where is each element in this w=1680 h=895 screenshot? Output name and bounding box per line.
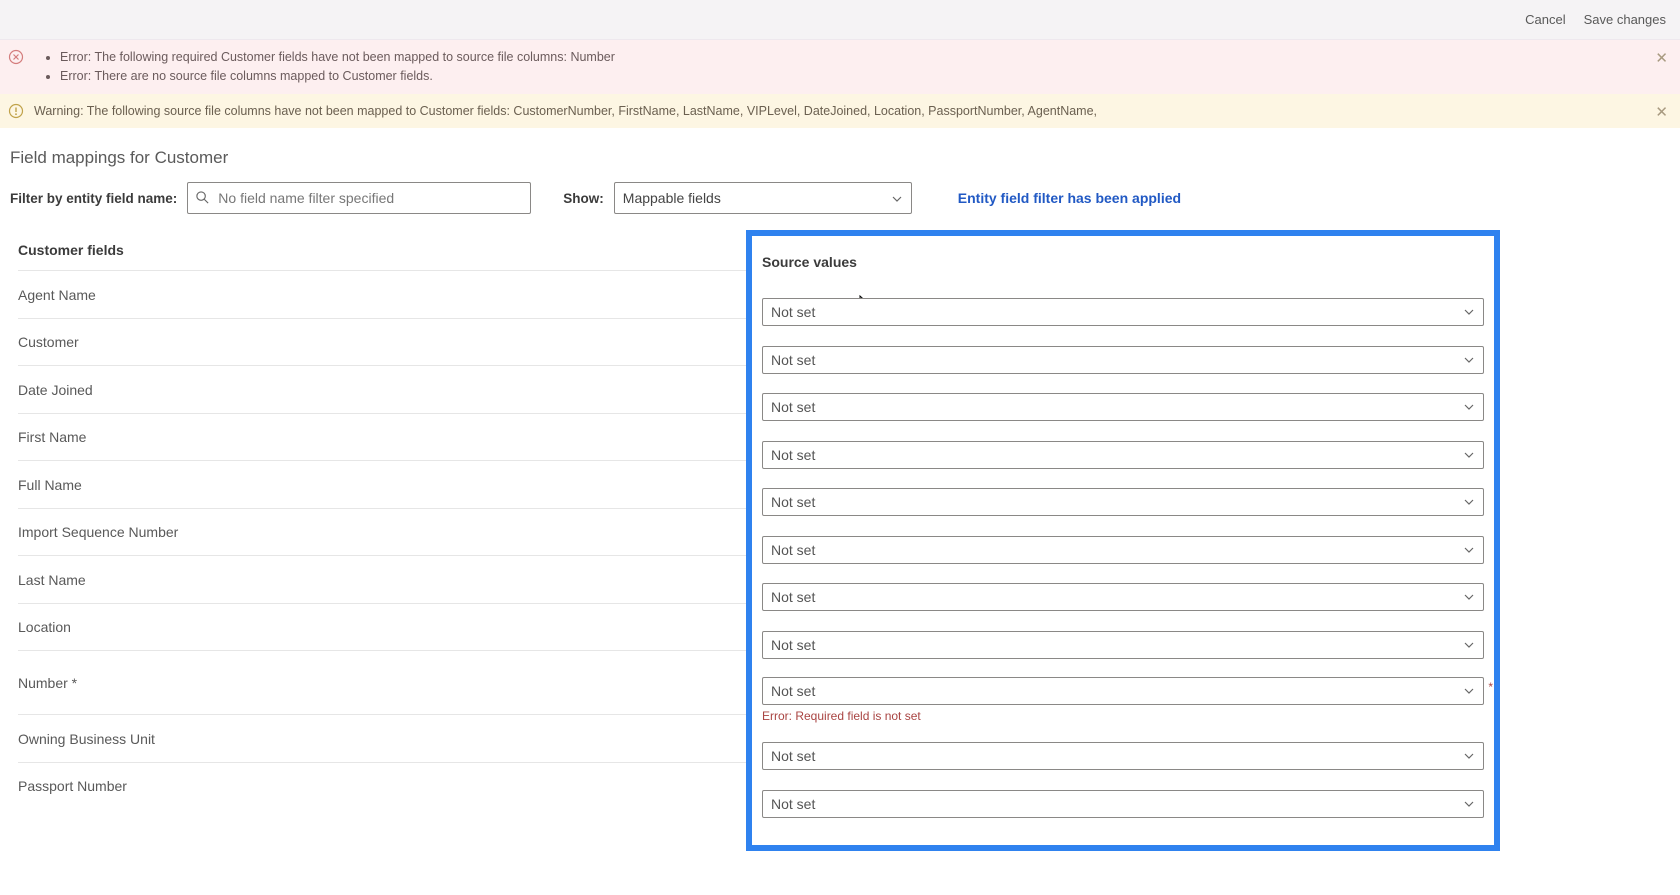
chevron-down-icon (891, 193, 903, 205)
chevron-down-icon (1463, 496, 1475, 508)
chevron-down-icon (1463, 354, 1475, 366)
show-label: Show: (563, 191, 604, 206)
error-line-2: Error: There are no source file columns … (60, 67, 1652, 86)
chevron-down-icon (1463, 685, 1475, 697)
field-date-joined: Date Joined (18, 365, 746, 413)
field-agent-name: Agent Name (18, 270, 746, 318)
search-icon (195, 190, 210, 205)
error-banner: Error: The following required Customer f… (0, 40, 1680, 94)
chevron-down-icon (1463, 639, 1475, 651)
field-passport-number: Passport Number (18, 762, 746, 810)
source-select-number[interactable]: Not set (762, 677, 1484, 705)
source-values-header: Source values (762, 242, 1484, 282)
source-select-owning-business-unit[interactable]: Not set (762, 742, 1484, 770)
cancel-button[interactable]: Cancel (1525, 12, 1565, 27)
chevron-down-icon (1463, 798, 1475, 810)
source-select-agent-name[interactable]: Not set (762, 298, 1484, 326)
top-action-bar: Cancel Save changes (0, 0, 1680, 40)
show-select-value: Mappable fields (623, 190, 721, 206)
chevron-down-icon (1463, 750, 1475, 762)
field-number: Number * (18, 650, 746, 714)
source-select-passport-number[interactable]: Not set (762, 790, 1484, 818)
save-changes-button[interactable]: Save changes (1584, 12, 1666, 27)
warning-icon (8, 103, 24, 119)
source-values-highlight: Source values Not set Not set (746, 230, 1500, 851)
field-last-name: Last Name (18, 555, 746, 603)
filter-label: Filter by entity field name: (10, 191, 177, 206)
chevron-down-icon (1463, 544, 1475, 556)
chevron-down-icon (1463, 306, 1475, 318)
source-select-last-name[interactable]: Not set (762, 583, 1484, 611)
field-location: Location (18, 603, 746, 651)
page-title: Field mappings for Customer (10, 148, 1670, 168)
chevron-down-icon (1463, 449, 1475, 461)
filter-applied-message: Entity field filter has been applied (958, 190, 1181, 206)
field-first-name: First Name (18, 413, 746, 461)
warning-banner: Warning: The following source file colum… (0, 94, 1680, 129)
filter-row: Filter by entity field name: Show: Mappa… (10, 182, 1670, 214)
field-owning-business-unit: Owning Business Unit (18, 714, 746, 762)
error-required-field: Error: Required field is not set (762, 709, 1484, 723)
show-select[interactable]: Mappable fields (614, 182, 912, 214)
chevron-down-icon (1463, 401, 1475, 413)
source-select-date-joined[interactable]: Not set (762, 393, 1484, 421)
source-select-first-name[interactable]: Not set (762, 441, 1484, 469)
field-import-sequence-number: Import Sequence Number (18, 508, 746, 556)
source-select-full-name[interactable]: Not set (762, 488, 1484, 516)
field-customer: Customer (18, 318, 746, 366)
source-select-customer[interactable]: Not set (762, 346, 1484, 374)
customer-fields-header: Customer fields (18, 230, 746, 270)
error-line-1: Error: The following required Customer f… (60, 48, 1652, 67)
close-warning-banner[interactable]: ✕ (1655, 102, 1668, 125)
filter-input[interactable] (187, 182, 531, 214)
field-full-name: Full Name (18, 460, 746, 508)
warning-text: Warning: The following source file colum… (34, 104, 1097, 118)
error-icon (8, 49, 24, 65)
close-error-banner[interactable]: ✕ (1655, 48, 1668, 71)
chevron-down-icon (1463, 591, 1475, 603)
source-select-import-sequence-number[interactable]: Not set (762, 536, 1484, 564)
source-select-location[interactable]: Not set (762, 631, 1484, 659)
